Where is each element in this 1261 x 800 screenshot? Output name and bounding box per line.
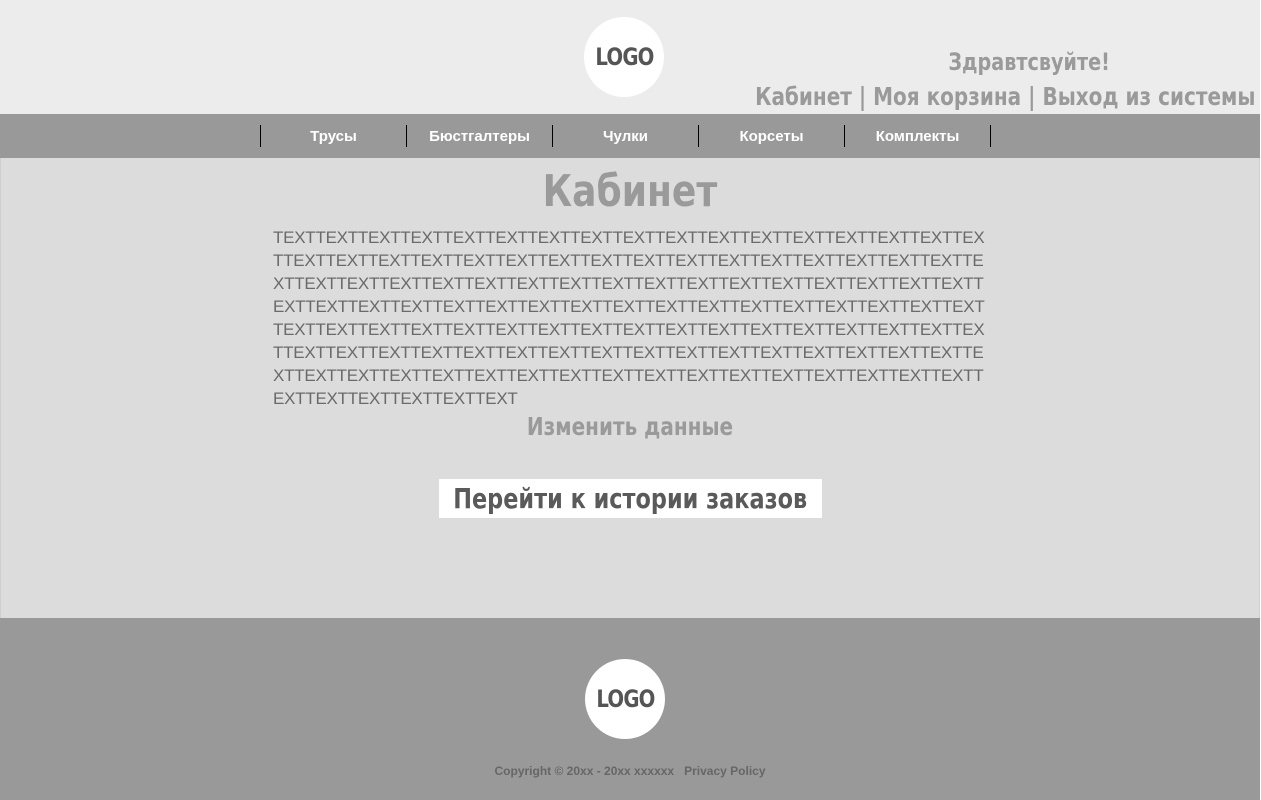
- footer-logo-text: LOGO: [595, 685, 655, 713]
- greeting-text: Здравтсвуйте!: [948, 48, 1110, 76]
- order-history-button[interactable]: Перейти к истории заказов: [439, 479, 822, 518]
- cart-link[interactable]: Моя корзина: [873, 82, 1021, 111]
- footer-copyright: Copyright © 20xx - 20xx xxxxxx Privacy Po…: [0, 764, 1260, 778]
- nav-item-corsets[interactable]: Корсеты: [699, 125, 845, 147]
- header-logo[interactable]: LOGO: [584, 17, 664, 97]
- nav-items: Трусы Бюстгалтеры Чулки Корсеты Комплект…: [260, 125, 991, 147]
- header: LOGO Здравтсвуйте! Кабинет | Моя корзина…: [0, 0, 1260, 114]
- header-logo-text: LOGO: [594, 43, 654, 71]
- nav-item-bras[interactable]: Бюстгалтеры: [407, 125, 553, 147]
- nav-item-sets[interactable]: Комплекты: [845, 125, 991, 147]
- footer-logo[interactable]: LOGO: [585, 659, 665, 739]
- logout-link[interactable]: Выход из системы: [1042, 82, 1255, 111]
- footer: LOGO Copyright © 20xx - 20xx xxxxxx Priva…: [0, 618, 1260, 800]
- link-separator: |: [858, 82, 866, 111]
- link-separator: |: [1027, 82, 1036, 111]
- privacy-policy-link[interactable]: Privacy Policy: [684, 764, 765, 778]
- edit-profile-link[interactable]: Изменить данные: [127, 412, 1133, 441]
- nav-item-panties[interactable]: Трусы: [261, 125, 407, 147]
- body-text: TEXTTEXTTEXTTEXTTEXTTEXTTEXTTEXTTEXTTEXT…: [273, 228, 985, 408]
- nav-item-stockings[interactable]: Чулки: [553, 125, 699, 147]
- category-nav: Трусы Бюстгалтеры Чулки Корсеты Комплект…: [0, 114, 1260, 158]
- copyright-text: Copyright © 20xx - 20xx xxxxxx: [494, 764, 675, 778]
- main-content: Кабинет TEXTTEXTTEXTTEXTTEXTTEXTTEXTTEXT…: [0, 158, 1260, 618]
- cabinet-link[interactable]: Кабинет: [755, 82, 852, 111]
- page-title: Кабинет: [542, 166, 718, 217]
- user-links: Кабинет | Моя корзина | Выход из системы: [755, 82, 1255, 111]
- order-history-button-label: Перейти к истории заказов: [453, 482, 808, 515]
